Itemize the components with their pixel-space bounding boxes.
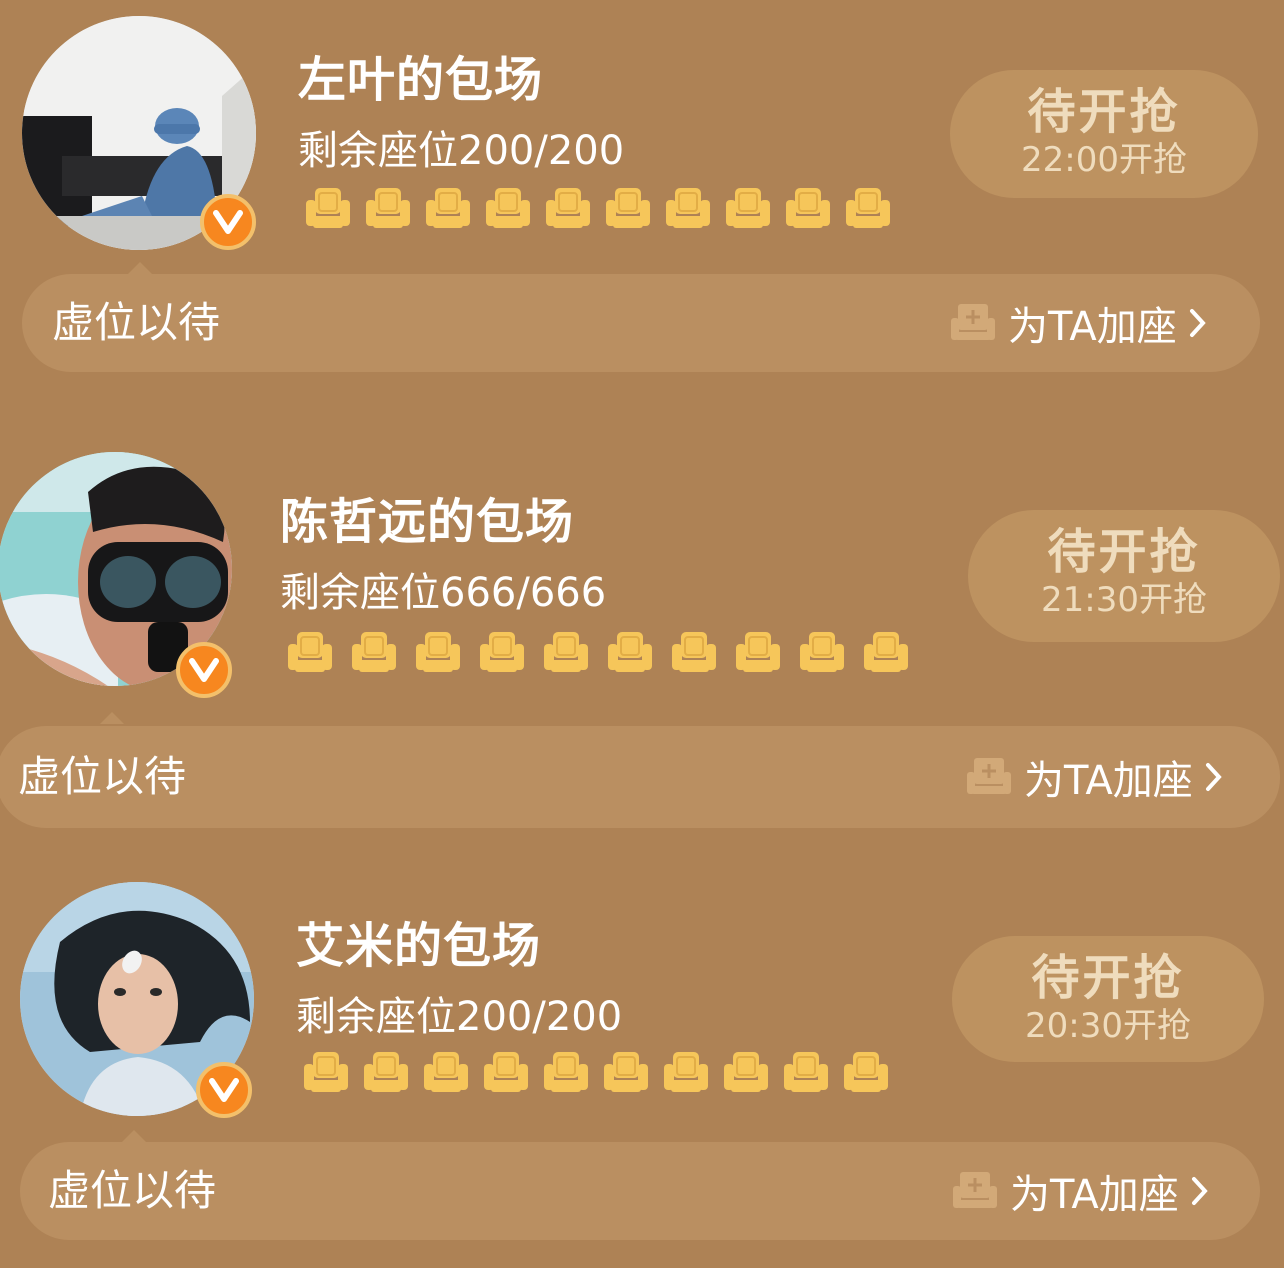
armchair-icon bbox=[666, 188, 710, 228]
room-title: 艾米的包场 bbox=[296, 918, 542, 974]
armchair-icon bbox=[800, 632, 844, 672]
armchair-icon bbox=[426, 188, 470, 228]
armchair-icon bbox=[606, 188, 650, 228]
remaining-seats: 剩余座位200/200 bbox=[298, 128, 625, 174]
chevron-right-icon bbox=[1191, 1177, 1208, 1205]
waiting-bar: 虚位以待 为TA加座 bbox=[0, 726, 1280, 828]
remaining-seats: 剩余座位200/200 bbox=[296, 994, 623, 1040]
bar-label: 虚位以待 bbox=[48, 1166, 217, 1215]
bar-pointer bbox=[122, 1130, 146, 1142]
seat-icons bbox=[304, 186, 892, 232]
armchair-icon bbox=[846, 188, 890, 228]
armchair-icon bbox=[608, 632, 652, 672]
grab-button[interactable]: 待开抢 21:30开抢 bbox=[968, 510, 1280, 642]
grab-time: 21:30开抢 bbox=[1041, 580, 1207, 620]
armchair-icon bbox=[604, 1052, 648, 1092]
grab-label: 待开抢 bbox=[1027, 84, 1181, 140]
add-seat-label: 为TA加座 bbox=[1024, 758, 1193, 804]
armchair-icon bbox=[864, 632, 908, 672]
armchair-icon bbox=[736, 632, 780, 672]
armchair-icon bbox=[544, 632, 588, 672]
add-seat-button[interactable]: 为TA加座 bbox=[950, 1142, 1211, 1240]
add-seat-label: 为TA加座 bbox=[1010, 1172, 1179, 1218]
seat-icons bbox=[286, 630, 910, 676]
add-seat-icon bbox=[953, 1172, 997, 1208]
armchair-icon bbox=[364, 1052, 408, 1092]
bar-label: 虚位以待 bbox=[52, 298, 221, 347]
room-card: 左叶的包场 剩余座位200/200 待开抢 22:00开抢 虚位以待 为TA加座 bbox=[0, 0, 1284, 400]
bar-pointer bbox=[100, 712, 124, 724]
armchair-icon bbox=[366, 188, 410, 228]
armchair-icon bbox=[784, 1052, 828, 1092]
grab-time: 22:00开抢 bbox=[1021, 140, 1187, 180]
grab-label: 待开抢 bbox=[1047, 524, 1201, 580]
verified-v-icon bbox=[200, 194, 256, 250]
room-title: 陈哲远的包场 bbox=[280, 494, 575, 550]
armchair-icon bbox=[844, 1052, 888, 1092]
chevron-right-icon bbox=[1189, 309, 1206, 337]
room-title: 左叶的包场 bbox=[298, 52, 544, 108]
add-seat-label: 为TA加座 bbox=[1008, 304, 1177, 350]
armchair-icon bbox=[672, 632, 716, 672]
waiting-bar: 虚位以待 为TA加座 bbox=[22, 274, 1260, 372]
armchair-icon bbox=[424, 1052, 468, 1092]
armchair-icon bbox=[304, 1052, 348, 1092]
room-card: 艾米的包场 剩余座位200/200 待开抢 20:30开抢 虚位以待 为TA加座 bbox=[0, 868, 1284, 1268]
armchair-icon bbox=[352, 632, 396, 672]
grab-time: 20:30开抢 bbox=[1025, 1006, 1191, 1046]
bar-label: 虚位以待 bbox=[18, 752, 187, 801]
remaining-seats: 剩余座位666/666 bbox=[280, 570, 607, 616]
add-seat-button[interactable]: 为TA加座 bbox=[964, 726, 1225, 828]
armchair-icon bbox=[288, 632, 332, 672]
add-seat-button[interactable]: 为TA加座 bbox=[948, 274, 1209, 372]
armchair-icon bbox=[544, 1052, 588, 1092]
room-card: 陈哲远的包场 剩余座位666/666 待开抢 21:30开抢 虚位以待 为TA加… bbox=[0, 446, 1284, 846]
armchair-icon bbox=[726, 188, 770, 228]
chevron-right-icon bbox=[1205, 763, 1222, 791]
armchair-icon bbox=[484, 1052, 528, 1092]
armchair-icon bbox=[486, 188, 530, 228]
bar-pointer bbox=[128, 262, 152, 274]
add-seat-icon bbox=[951, 304, 995, 340]
waiting-bar: 虚位以待 为TA加座 bbox=[20, 1142, 1260, 1240]
add-seat-icon bbox=[967, 758, 1011, 794]
armchair-icon bbox=[786, 188, 830, 228]
verified-v-icon bbox=[196, 1062, 252, 1118]
armchair-icon bbox=[724, 1052, 768, 1092]
seat-icons bbox=[302, 1050, 890, 1096]
grab-button[interactable]: 待开抢 22:00开抢 bbox=[950, 70, 1258, 198]
grab-label: 待开抢 bbox=[1031, 950, 1185, 1006]
grab-button[interactable]: 待开抢 20:30开抢 bbox=[952, 936, 1264, 1062]
armchair-icon bbox=[480, 632, 524, 672]
armchair-icon bbox=[664, 1052, 708, 1092]
armchair-icon bbox=[416, 632, 460, 672]
armchair-icon bbox=[306, 188, 350, 228]
armchair-icon bbox=[546, 188, 590, 228]
verified-v-icon bbox=[176, 642, 232, 698]
